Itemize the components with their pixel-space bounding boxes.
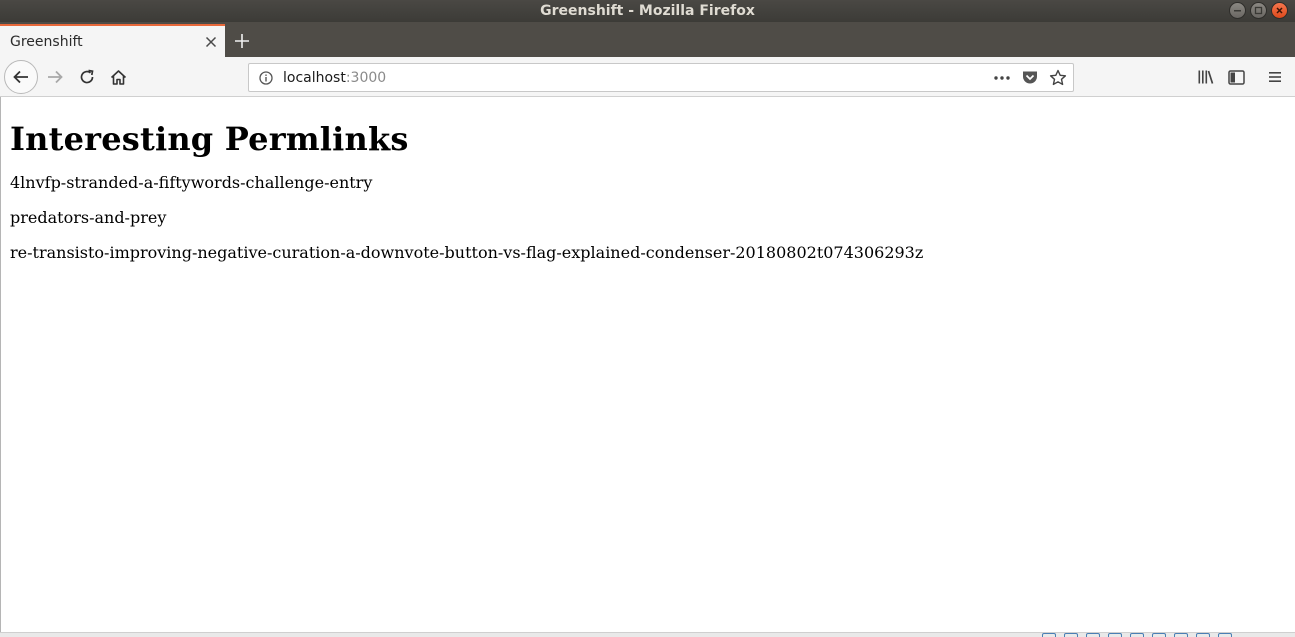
minimize-button[interactable]: [1229, 2, 1246, 19]
tray-icon[interactable]: [1108, 633, 1122, 637]
forward-button[interactable]: [42, 64, 68, 90]
tray-icon[interactable]: [1086, 633, 1100, 637]
new-tab-button[interactable]: [229, 29, 255, 53]
tray-icon[interactable]: [1130, 633, 1144, 637]
tray-icon[interactable]: [1174, 633, 1188, 637]
tray-icon[interactable]: [1064, 633, 1078, 637]
pocket-button[interactable]: [1019, 67, 1041, 89]
arrow-left-icon: [13, 70, 28, 84]
back-button[interactable]: [4, 60, 38, 94]
sidebar-icon: [1227, 69, 1245, 85]
permlink-item: re-transisto-improving-negative-curation…: [10, 243, 924, 262]
library-icon: [1198, 70, 1214, 84]
sidebar-button[interactable]: [1223, 64, 1249, 90]
permlink-item: predators-and-prey: [10, 208, 167, 227]
bookmark-star-button[interactable]: [1047, 67, 1069, 89]
url-actions: [991, 67, 1073, 89]
reload-icon: [80, 69, 94, 84]
pocket-icon: [1023, 71, 1037, 84]
tray-icon[interactable]: [1042, 633, 1056, 637]
permlink-item: 4lnvfp-stranded-a-fiftywords-challenge-e…: [10, 173, 373, 192]
star-icon: [1049, 69, 1067, 85]
url-port: :3000: [345, 69, 387, 86]
maximize-button[interactable]: [1250, 2, 1267, 19]
url-host: localhost: [283, 69, 346, 86]
hamburger-menu-icon: [1269, 72, 1281, 82]
info-icon: [259, 70, 273, 85]
navigation-toolbar: localhost:3000: [0, 57, 1295, 97]
tray-icon[interactable]: [1152, 633, 1166, 637]
main-menu-button[interactable]: [1262, 64, 1288, 90]
site-info-button[interactable]: [249, 70, 283, 85]
url-bar[interactable]: localhost:3000: [248, 63, 1074, 92]
reload-button[interactable]: [74, 64, 100, 90]
page-content: Interesting Permlinks 4lnvfp-stranded-a-…: [0, 97, 1295, 632]
arrow-right-icon: [48, 70, 63, 84]
window-close-button[interactable]: [1271, 2, 1288, 19]
tab-greenshift[interactable]: Greenshift: [0, 24, 225, 57]
close-icon: [205, 36, 217, 47]
tab-strip: Greenshift: [0, 22, 1295, 57]
close-tab-button[interactable]: [197, 28, 225, 56]
minimize-icon: [1234, 10, 1241, 12]
system-tray: [1042, 633, 1232, 637]
tray-icon[interactable]: [1218, 633, 1232, 637]
maximize-icon: [1254, 6, 1263, 15]
plus-icon: [235, 34, 249, 48]
library-button[interactable]: [1193, 64, 1219, 90]
close-icon: [1276, 7, 1283, 14]
tab-label: Greenshift: [10, 33, 83, 50]
url-text[interactable]: localhost:3000: [283, 70, 991, 86]
window-title: Greenshift - Mozilla Firefox: [540, 3, 755, 19]
page-actions-button[interactable]: [991, 67, 1013, 89]
tray-icon[interactable]: [1196, 633, 1210, 637]
home-button[interactable]: [105, 64, 131, 90]
page-title: Interesting Permlinks: [10, 120, 409, 158]
browser-window: Greenshift - Mozilla Firefox Greenshift: [0, 0, 1295, 637]
window-titlebar: Greenshift - Mozilla Firefox: [0, 0, 1295, 22]
home-icon: [110, 69, 126, 85]
window-controls: [1229, 2, 1288, 19]
more-dots-icon: [994, 75, 1010, 80]
